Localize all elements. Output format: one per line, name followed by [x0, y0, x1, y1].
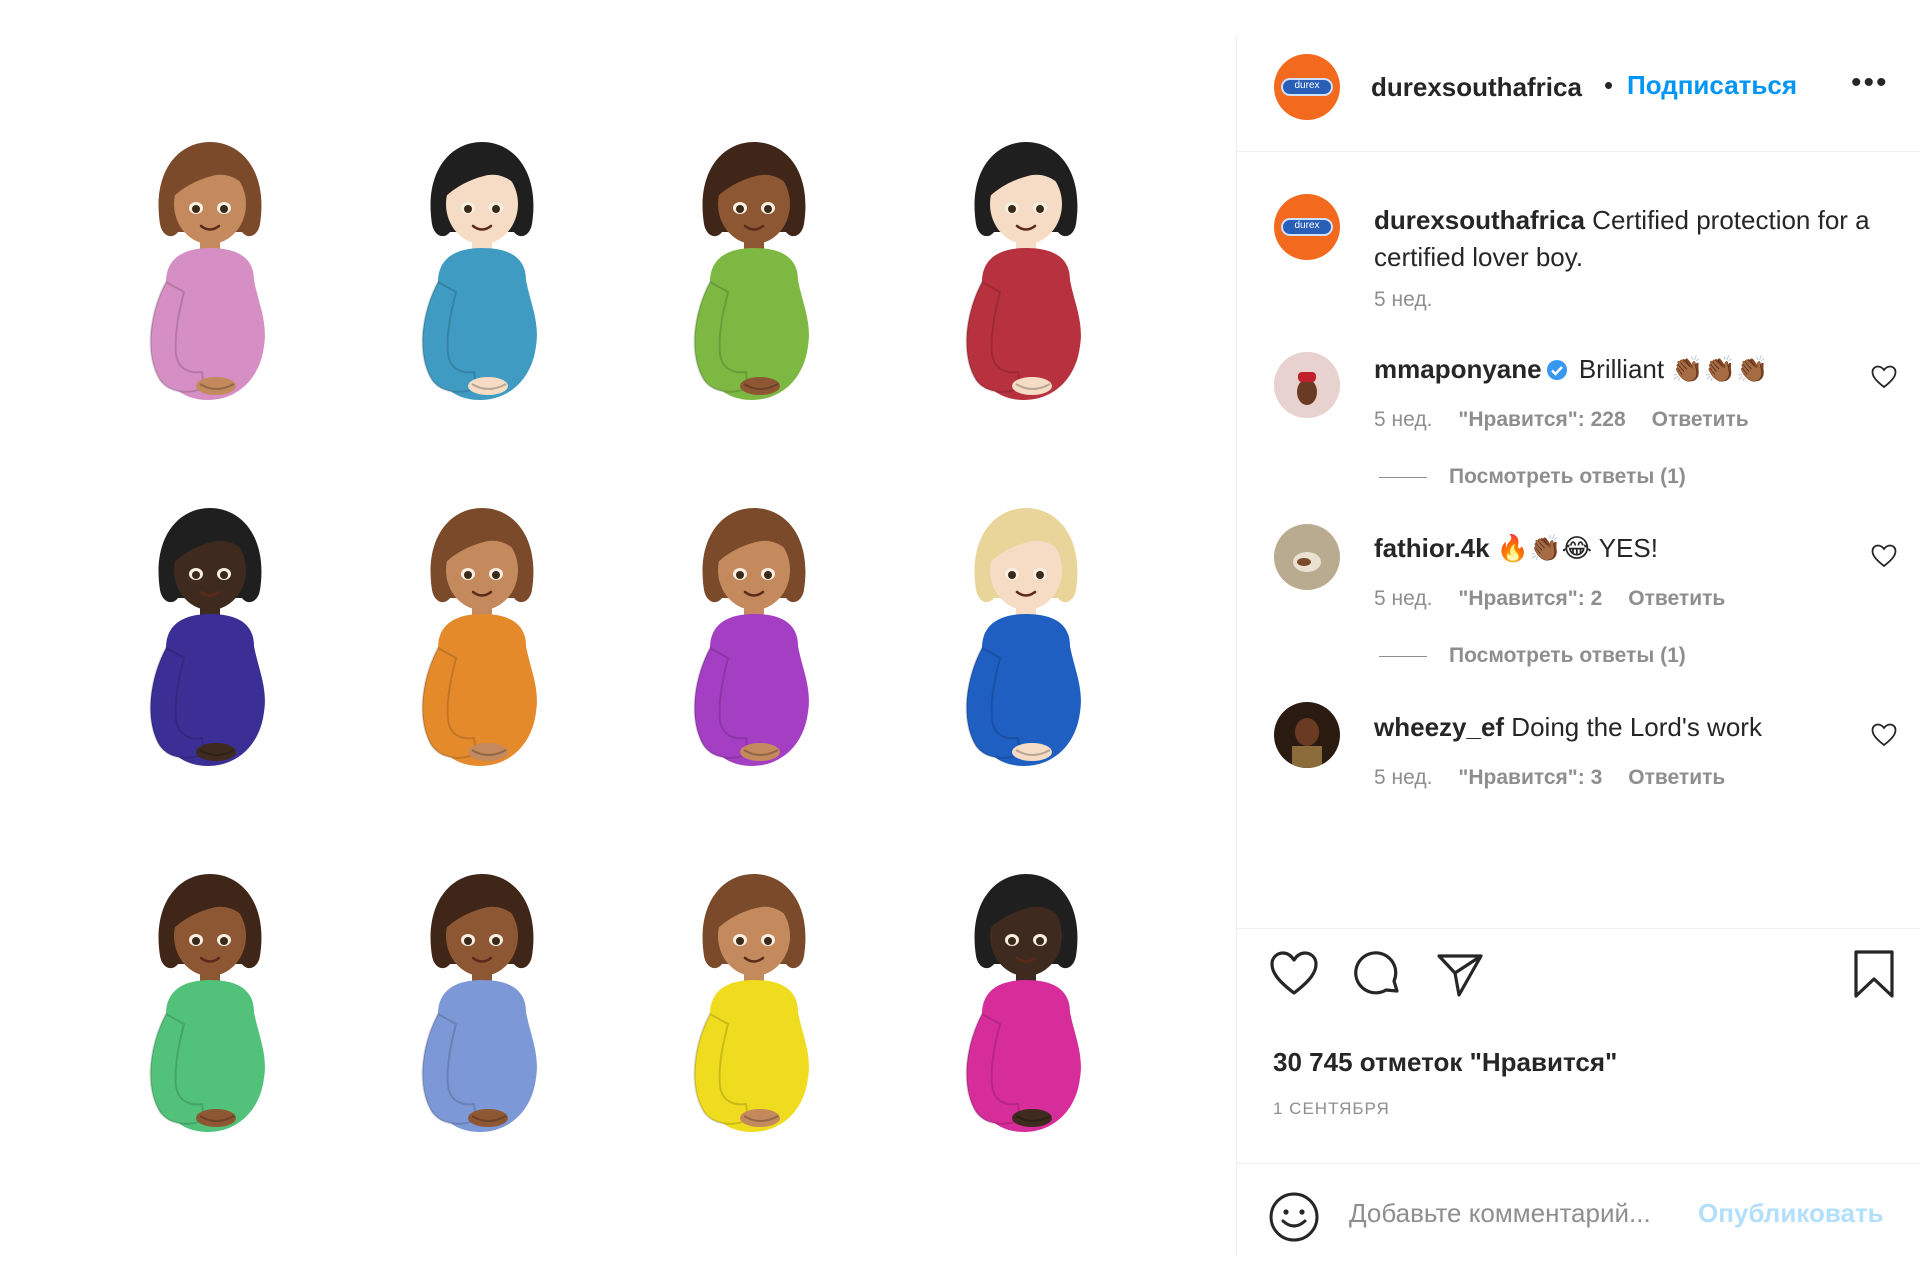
comment-likes[interactable]: "Нравится": 2: [1458, 587, 1602, 610]
comment-body: fathior.4k 🔥👏🏾😂 YES!: [1374, 533, 1658, 564]
save-bookmark-icon[interactable]: [1847, 947, 1901, 1001]
durex-logo-text: durex: [1294, 219, 1320, 231]
reply-button[interactable]: Ответить: [1628, 587, 1725, 610]
reply-button[interactable]: Ответить: [1628, 766, 1725, 789]
comment-likes[interactable]: "Нравится": 228: [1458, 408, 1625, 431]
comment-body: wheezy_ef Doing the Lord's work: [1374, 712, 1762, 743]
pregnant-person-emoji: [402, 498, 562, 788]
comment-time: 5 нед.: [1374, 408, 1433, 431]
pregnant-person-emoji: [674, 864, 834, 1154]
comment-likes[interactable]: "Нравится": 3: [1458, 766, 1602, 789]
comment-username[interactable]: fathior.4k: [1374, 533, 1490, 563]
comment-input[interactable]: [1349, 1198, 1699, 1229]
like-comment-heart-icon[interactable]: [1871, 365, 1897, 389]
add-comment-bar: Опубликовать: [1237, 1163, 1920, 1260]
comment-meta: 5 нед. "Нравится": 2 Ответить: [1374, 587, 1751, 611]
post-caption: durexsouthafrica Certified protection fo…: [1374, 202, 1904, 276]
replies-divider: [1379, 476, 1427, 478]
post-image[interactable]: [0, 0, 1236, 1280]
replies-divider: [1379, 655, 1427, 657]
caption-author-avatar[interactable]: durex: [1274, 194, 1340, 260]
commenter-avatar[interactable]: [1274, 352, 1340, 418]
durex-logo-text: durex: [1294, 79, 1320, 91]
commenter-avatar[interactable]: [1274, 702, 1340, 768]
pregnant-person-emoji: [946, 498, 1106, 788]
view-replies-button[interactable]: Посмотреть ответы (1): [1379, 644, 1686, 668]
comment-username[interactable]: mmaponyane: [1374, 354, 1542, 384]
post-side-panel: durex durexsouthafrica • Подписаться •••…: [1236, 36, 1920, 1256]
emoji-smiley-icon[interactable]: [1267, 1190, 1321, 1244]
commenter-avatar[interactable]: [1274, 524, 1340, 590]
pregnant-person-emoji: [130, 132, 290, 422]
post-header: durex durexsouthafrica • Подписаться •••: [1237, 36, 1920, 152]
pregnant-person-emoji: [946, 132, 1106, 422]
like-comment-heart-icon[interactable]: [1871, 544, 1897, 568]
post-likes-count[interactable]: 30 745 отметок "Нравится": [1273, 1047, 1617, 1078]
header-separator: •: [1604, 70, 1614, 100]
post-date[interactable]: 1 СЕНТЯБРЯ: [1273, 1099, 1390, 1119]
comment-time: 5 нед.: [1374, 766, 1433, 789]
view-replies-button[interactable]: Посмотреть ответы (1): [1379, 465, 1686, 489]
comment-text: Doing the Lord's work: [1504, 712, 1762, 742]
like-heart-icon[interactable]: [1267, 947, 1321, 1001]
comment-meta: 5 нед. "Нравится": 3 Ответить: [1374, 766, 1751, 790]
pregnant-person-emoji: [402, 132, 562, 422]
reply-button[interactable]: Ответить: [1652, 408, 1749, 431]
comment-username[interactable]: wheezy_ef: [1374, 712, 1504, 742]
pregnant-person-emoji: [946, 864, 1106, 1154]
post-actions: 30 745 отметок "Нравится" 1 СЕНТЯБРЯ Опу…: [1237, 928, 1920, 1259]
follow-button[interactable]: Подписаться: [1627, 70, 1797, 101]
more-options-icon[interactable]: •••: [1851, 66, 1889, 100]
comment-text: 🔥👏🏾😂 YES!: [1489, 533, 1658, 563]
verified-badge-icon: [1546, 360, 1567, 380]
pregnant-person-emoji: [402, 864, 562, 1154]
comment-body: mmaponyane Brilliant 👏🏾👏🏾👏🏾: [1374, 354, 1768, 385]
caption-time: 5 нед.: [1374, 288, 1433, 311]
comments-list[interactable]: durex durexsouthafrica Certified protect…: [1237, 152, 1920, 928]
comment-meta: 5 нед. "Нравится": 228 Ответить: [1374, 408, 1775, 432]
pregnant-person-emoji: [674, 498, 834, 788]
comment-text: Brilliant 👏🏾👏🏾👏🏾: [1571, 354, 1769, 384]
comment-bubble-icon[interactable]: [1351, 947, 1405, 1001]
pregnant-person-emoji: [130, 498, 290, 788]
share-paper-plane-icon[interactable]: [1433, 947, 1487, 1001]
author-avatar[interactable]: durex: [1274, 54, 1340, 120]
view-replies-label: Посмотреть ответы (1): [1449, 644, 1686, 667]
pregnant-person-emoji: [674, 132, 834, 422]
caption-username[interactable]: durexsouthafrica: [1374, 205, 1585, 235]
publish-comment-button[interactable]: Опубликовать: [1698, 1198, 1884, 1229]
pregnant-person-emoji: [130, 864, 290, 1154]
like-comment-heart-icon[interactable]: [1871, 723, 1897, 747]
author-username[interactable]: durexsouthafrica: [1371, 72, 1582, 103]
view-replies-label: Посмотреть ответы (1): [1449, 465, 1686, 488]
comment-time: 5 нед.: [1374, 587, 1433, 610]
